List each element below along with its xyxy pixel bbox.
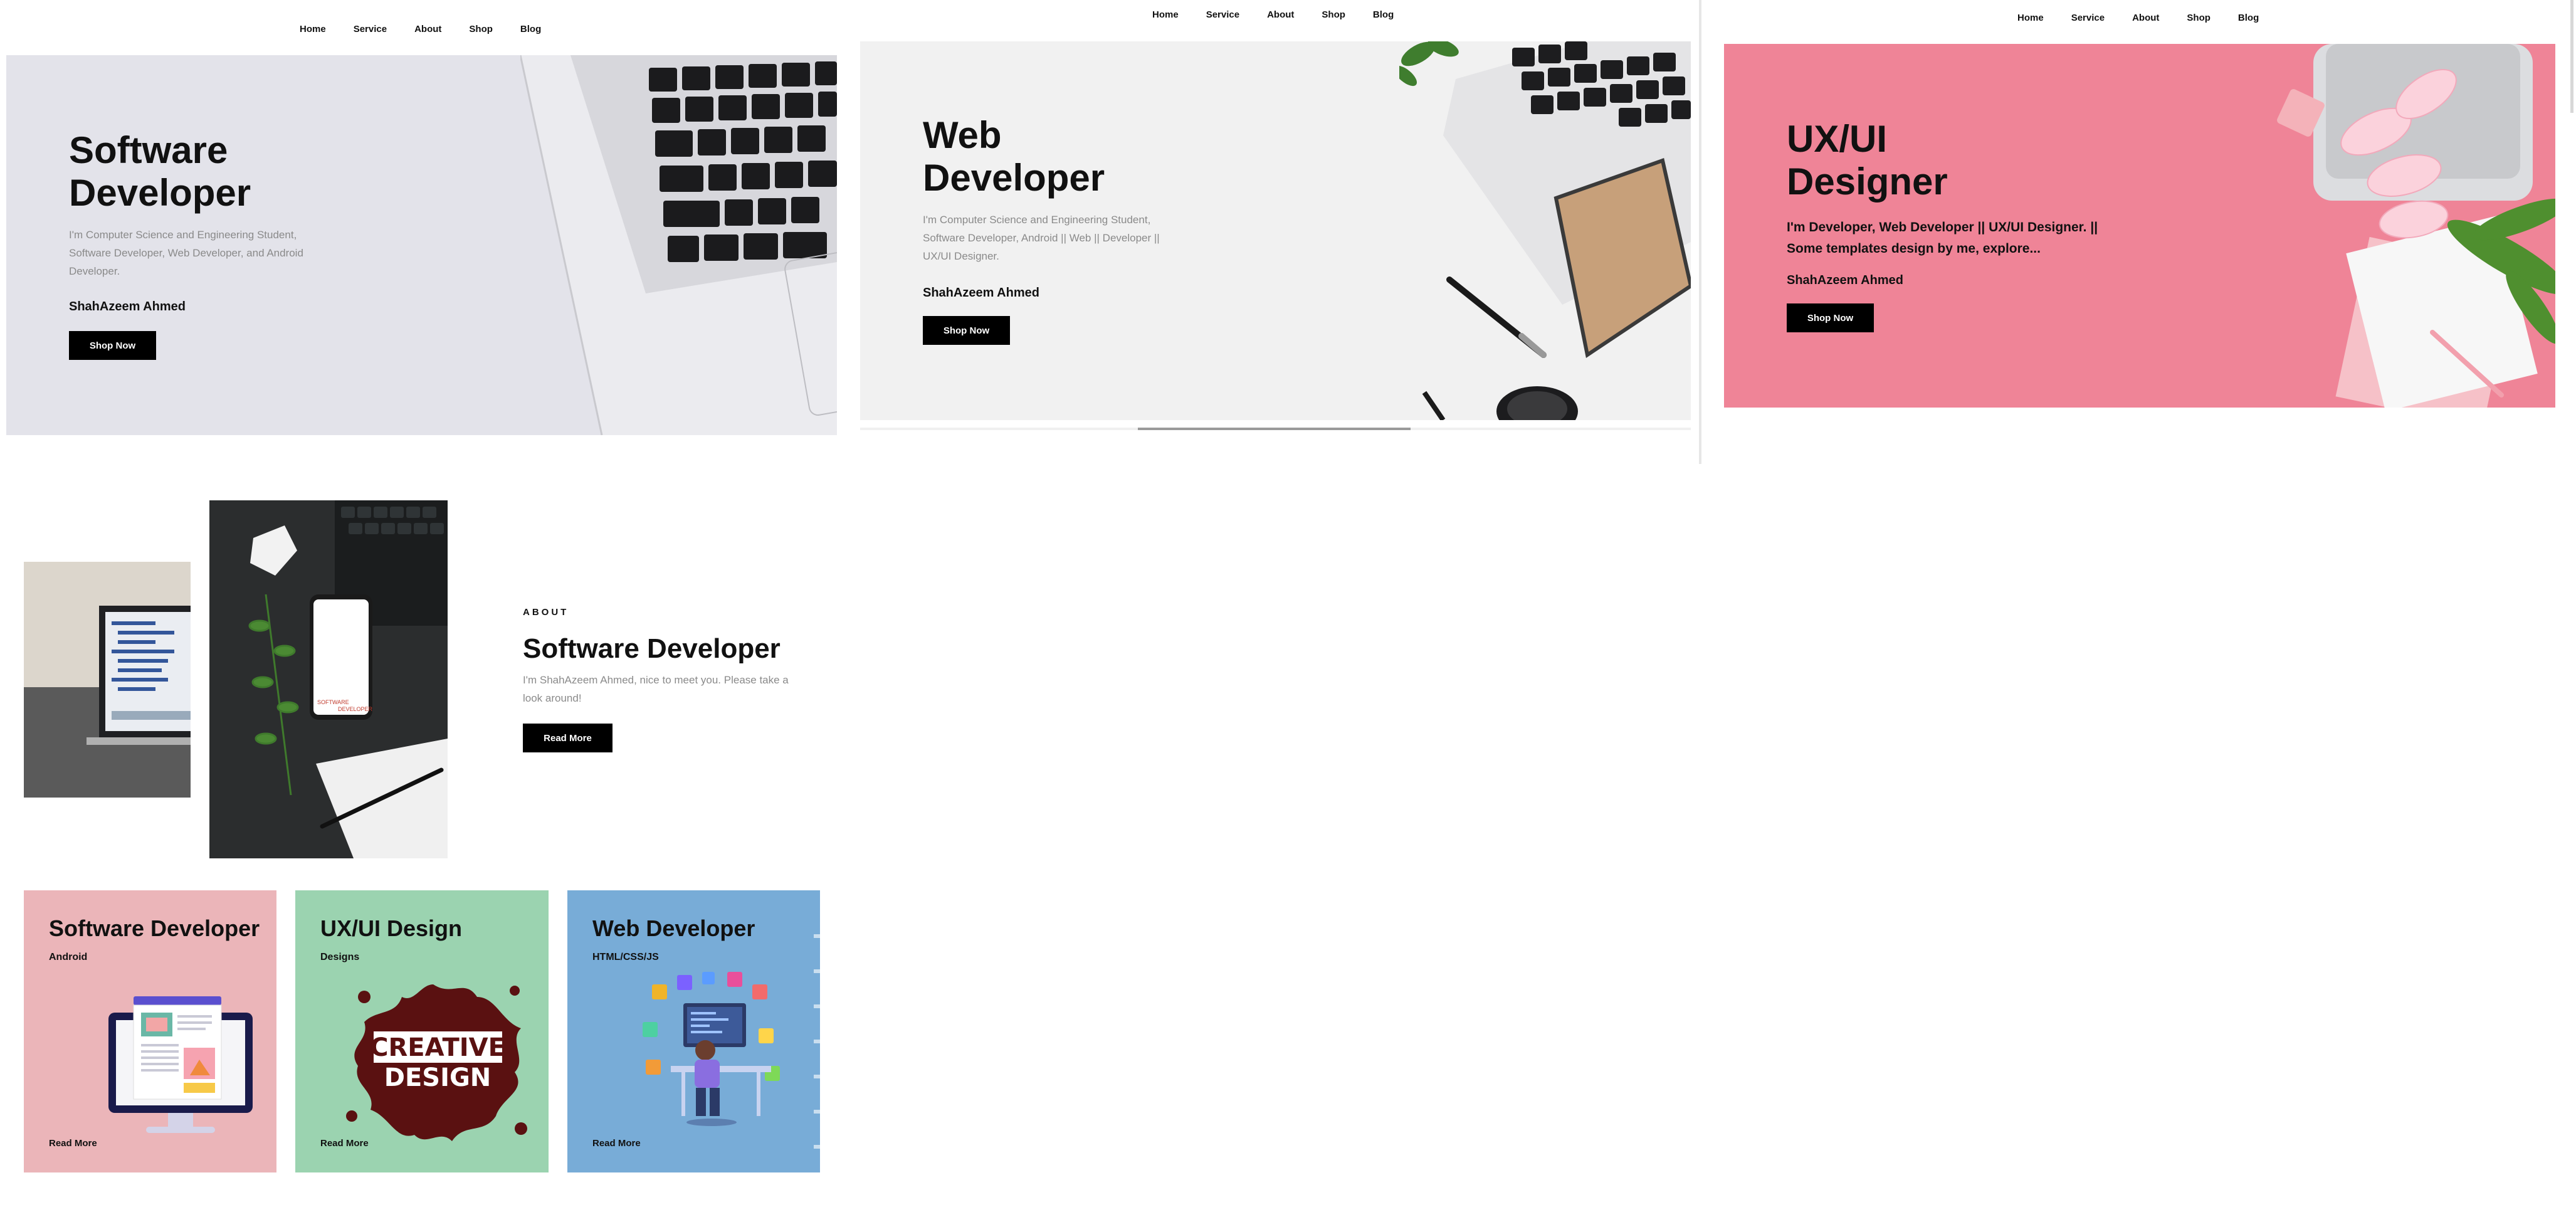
panel-divider xyxy=(2570,0,2573,113)
hero-description-line1: I'm Developer, Web Developer || UX/UI De… xyxy=(1787,220,2098,234)
about-phone-desk-image: SOFTWARE DEVELOPER xyxy=(209,500,448,858)
splash-text-creative: CREATIVE xyxy=(370,1033,505,1062)
nav-service[interactable]: Service xyxy=(1206,9,1239,20)
hero-description-line2: Some templates design by me, explore... xyxy=(1787,241,2041,256)
developer-at-desk-icon xyxy=(643,972,780,1126)
about-title: Software Developer xyxy=(523,633,781,664)
hero-author: ShahAzeem Ahmed xyxy=(1787,273,1903,287)
hero-description-line3: UX/UI Designer. xyxy=(923,250,999,262)
tulips-notebook-image xyxy=(2277,44,2555,408)
service-card-software[interactable]: Software Developer Android Read More xyxy=(24,890,276,1172)
nav-about[interactable]: About xyxy=(414,24,441,34)
hero-title-line1: UX/UI xyxy=(1787,118,1888,160)
nav-bar-1: Home Service About Shop Blog xyxy=(300,24,541,34)
carousel-edge xyxy=(814,903,820,1154)
hero-title-line1: Web xyxy=(923,114,1002,156)
about-text: I'm ShahAzeem Ahmed, nice to meet you. P… xyxy=(523,671,789,707)
hero-title-line2: Developer xyxy=(923,157,1105,199)
hero-author: ShahAzeem Ahmed xyxy=(923,286,1039,300)
laptop-keyboard-image xyxy=(520,55,837,435)
hero-title-line2: Developer xyxy=(69,172,251,214)
nav-shop[interactable]: Shop xyxy=(1322,9,1345,20)
service-card-subtitle: Designs xyxy=(320,952,360,962)
service-card-subtitle: HTML/CSS/JS xyxy=(592,952,659,962)
hero-title: Software Developer xyxy=(69,129,251,214)
nav-shop[interactable]: Shop xyxy=(2187,13,2211,23)
nav-bar-3: Home Service About Shop Blog xyxy=(2017,13,2259,23)
service-card-title: Web Developer xyxy=(592,915,755,941)
hero-description-line3: Developer. xyxy=(69,265,120,277)
nav-service[interactable]: Service xyxy=(354,24,387,34)
about-laptop-code-image xyxy=(24,562,191,798)
hero-title: UX/UI Designer xyxy=(1787,118,1948,203)
shop-now-button[interactable]: Shop Now xyxy=(69,331,156,360)
service-card-uxui[interactable]: UX/UI Design Designs CREATIVE DESIGN Rea… xyxy=(295,890,549,1172)
shop-now-button[interactable]: Shop Now xyxy=(1787,303,1874,332)
hero-title-line1: Software xyxy=(69,129,228,171)
nav-blog[interactable]: Blog xyxy=(1373,9,1394,20)
service-card-subtitle: Android xyxy=(49,952,88,962)
nav-home[interactable]: Home xyxy=(300,24,326,34)
hero-description-line2: Software Developer, Android || Web || De… xyxy=(923,232,1160,244)
creative-design-splash-icon: CREATIVE DESIGN xyxy=(346,984,527,1141)
panel-divider xyxy=(1699,0,1701,464)
nav-blog[interactable]: Blog xyxy=(520,24,541,34)
nav-service[interactable]: Service xyxy=(2071,13,2105,23)
nav-home[interactable]: Home xyxy=(2017,13,2044,23)
about-text-line1: I'm ShahAzeem Ahmed, nice to meet you. P… xyxy=(523,674,789,686)
service-card-title: Software Developer xyxy=(49,915,260,941)
about-text-line2: look around! xyxy=(523,692,582,704)
monitor-illustration-icon xyxy=(108,996,253,1133)
hero-slide-uxui: UX/UI Designer I'm Developer, Web Develo… xyxy=(1724,44,2555,408)
nav-about[interactable]: About xyxy=(1267,9,1294,20)
desk-workspace-image xyxy=(1399,41,1691,420)
hero-description-line1: I'm Computer Science and Engineering Stu… xyxy=(923,214,1151,226)
about-read-more-button[interactable]: Read More xyxy=(523,724,612,752)
service-card-title: UX/UI Design xyxy=(320,915,463,941)
hero-author: ShahAzeem Ahmed xyxy=(69,300,186,313)
phone-screen-text1: SOFTWARE xyxy=(317,699,349,705)
hero-description-line1: I'm Computer Science and Engineering Stu… xyxy=(69,229,297,241)
service-card-read-more[interactable]: Read More xyxy=(49,1138,97,1149)
service-card-read-more[interactable]: Read More xyxy=(592,1138,641,1149)
nav-home[interactable]: Home xyxy=(1152,9,1179,20)
about-label: ABOUT xyxy=(523,607,569,618)
splash-text-design: DESIGN xyxy=(384,1063,492,1092)
hero-description: I'm Computer Science and Engineering Stu… xyxy=(69,226,303,280)
nav-about[interactable]: About xyxy=(2132,13,2159,23)
hero-slide-software: Software Developer I'm Computer Science … xyxy=(6,55,837,435)
phone-screen-text2: DEVELOPER xyxy=(338,706,373,712)
slider-scroll-thumb[interactable] xyxy=(1138,428,1411,430)
nav-blog[interactable]: Blog xyxy=(2238,13,2259,23)
hero-slide-web: Web Developer I'm Computer Science and E… xyxy=(860,41,1691,420)
hero-description: I'm Computer Science and Engineering Stu… xyxy=(923,211,1160,265)
service-card-web[interactable]: Web Developer HTML/CSS/JS Read More xyxy=(567,890,820,1172)
nav-shop[interactable]: Shop xyxy=(469,24,493,34)
hero-title: Web Developer xyxy=(923,114,1105,199)
nav-bar-2: Home Service About Shop Blog xyxy=(1152,9,1394,20)
service-card-read-more[interactable]: Read More xyxy=(320,1138,369,1149)
hero-description-line2: Software Developer, Web Developer, and A… xyxy=(69,247,303,259)
shop-now-button[interactable]: Shop Now xyxy=(923,316,1010,345)
hero-description: I'm Developer, Web Developer || UX/UI De… xyxy=(1787,217,2098,260)
hero-title-line2: Designer xyxy=(1787,161,1948,203)
